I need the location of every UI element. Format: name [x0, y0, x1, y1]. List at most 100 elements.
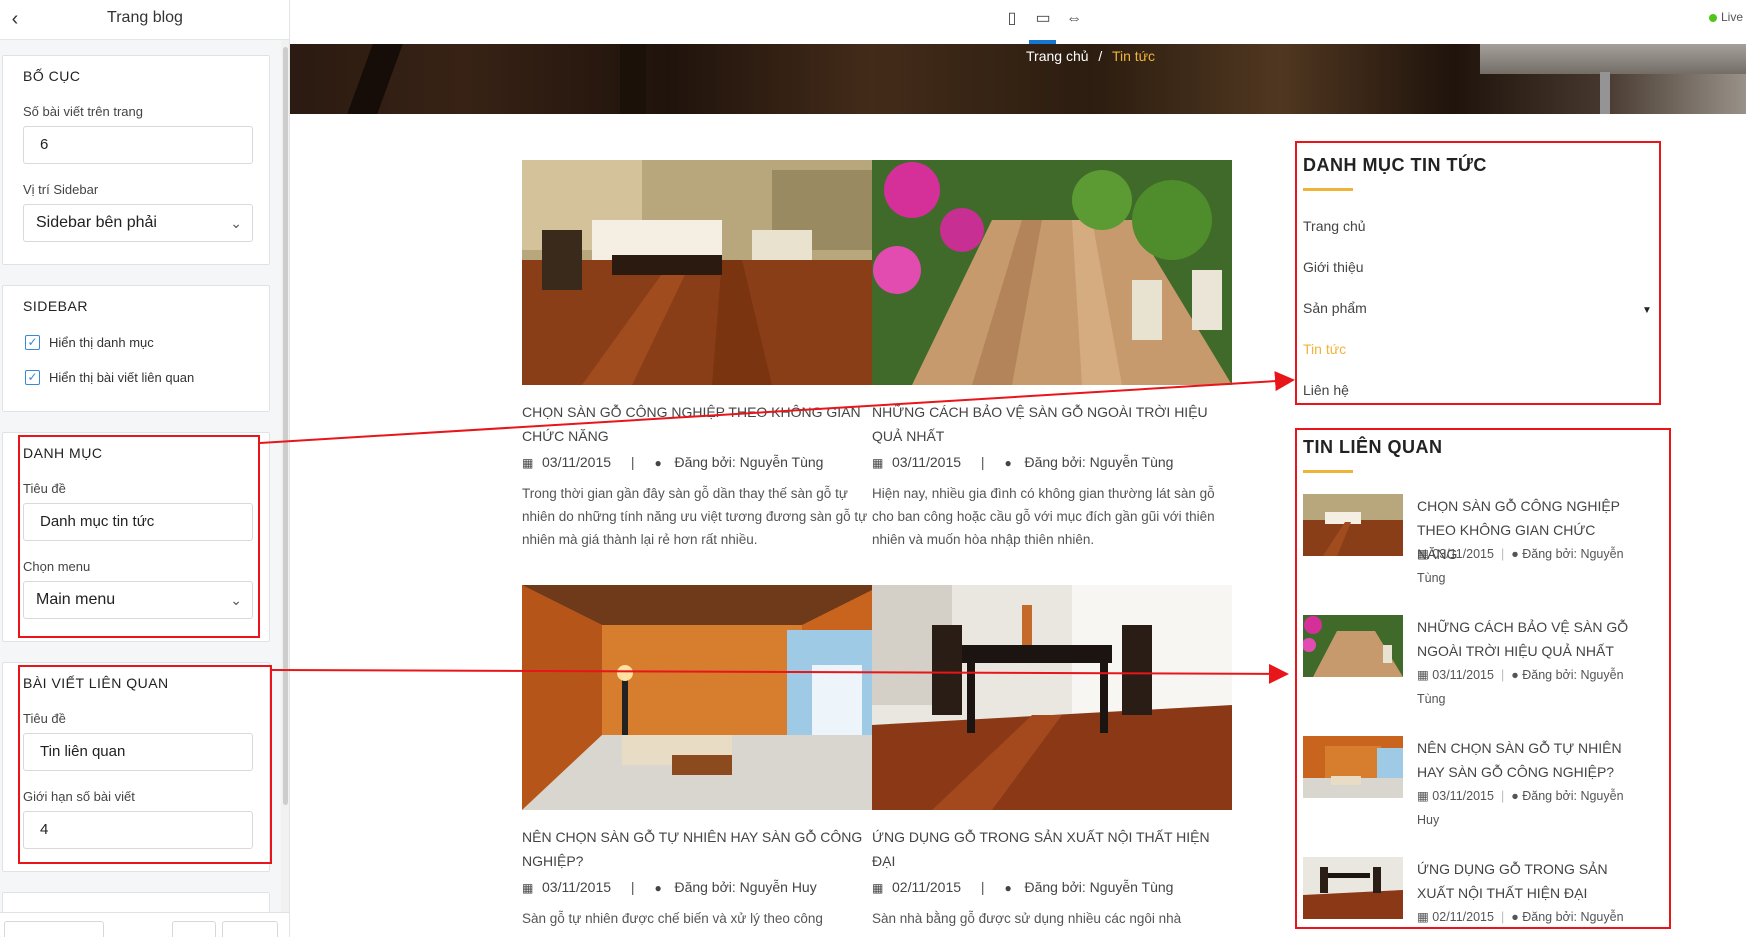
post-title[interactable]: ỨNG DỤNG GỖ TRONG SẢN XUẤT NỘI THẤT HIỆN… — [872, 825, 1232, 873]
related-post-date: 03/11/2015 — [1432, 547, 1494, 561]
editor-scrollbar-thumb[interactable] — [283, 47, 288, 805]
sidebar-position-select[interactable]: Sidebar bên phải ⌄ — [23, 204, 253, 242]
related-thumb-living-room[interactable] — [1303, 494, 1403, 556]
fullwidth-icon[interactable]: ⇔ — [1062, 8, 1086, 30]
live-status-label: Live — [1721, 10, 1744, 24]
user-icon: ● — [1511, 547, 1523, 561]
save-button[interactable] — [222, 921, 278, 937]
breadcrumb: Trang chủ / Tin tức — [1026, 48, 1155, 64]
meta-divider: | — [630, 454, 635, 470]
footer-left-button[interactable] — [4, 921, 104, 937]
sidebar-position-value: Sidebar bên phải — [36, 214, 157, 231]
user-icon: ● — [1004, 456, 1012, 470]
category-menu-item[interactable]: Trang chủ — [1303, 218, 1366, 234]
post-date: 02/11/2015 — [892, 879, 962, 895]
post-date: 03/11/2015 — [542, 879, 612, 895]
caret-down-icon[interactable]: ▼ — [1642, 305, 1652, 316]
calendar-icon: ▦ — [1417, 668, 1433, 682]
post-meta: ▦ 03/11/2015 | ● Đăng bởi: Nguyễn Tùng — [872, 452, 1232, 472]
related-post-meta: ▦ 02/11/2015 | ● Đăng bởi: Nguyễn — [1417, 905, 1635, 929]
calendar-icon: ▦ — [872, 881, 884, 895]
post-image-orange-room[interactable] — [522, 585, 882, 810]
meta-divider: | — [1500, 910, 1505, 924]
category-widget-title: DANH MỤC TIN TỨC — [1303, 155, 1487, 175]
related-post-meta: ▦ 03/11/2015 | ● Đăng bởi: Nguyễn Tùng — [1417, 542, 1635, 590]
related-post-title[interactable]: NHỮNG CÁCH BẢO VỆ SÀN GỖ NGOÀI TRỜI HIỆU… — [1417, 615, 1635, 663]
related-card-title: BÀI VIẾT LIÊN QUAN — [23, 675, 169, 691]
related-post-item[interactable]: ỨNG DỤNG GỖ TRONG SẢN XUẤT NỘI THẤT HIỆN… — [1303, 857, 1633, 937]
undo-button[interactable] — [172, 921, 216, 937]
user-icon: ● — [654, 881, 662, 895]
post-excerpt: Sàn gỗ tự nhiên được chế biến và xử lý t… — [522, 911, 823, 926]
post-image-living-room[interactable] — [522, 160, 882, 385]
related-limit-label: Giới hạn số bài viết — [23, 789, 135, 804]
show-related-label: Hiển thị bài viết liên quan — [49, 370, 195, 385]
checkbox-checked-icon[interactable]: ✓ — [25, 335, 40, 350]
post-author: Đăng bởi: Nguyễn Tùng — [1024, 454, 1174, 470]
user-icon: ● — [1511, 668, 1523, 682]
category-menu-select[interactable]: Main menu ⌄ — [23, 581, 253, 619]
editor-title: Trang blog — [107, 9, 183, 26]
post-author: Đăng bởi: Nguyễn Huy — [674, 879, 817, 895]
related-posts-card: BÀI VIẾT LIÊN QUAN Tiêu đề Tin liên quan… — [2, 662, 270, 872]
desktop-icon[interactable]: ▭ — [1031, 8, 1055, 30]
related-post-date: 03/11/2015 — [1432, 668, 1494, 682]
category-menu-value: Main menu — [36, 591, 116, 608]
user-icon: ● — [654, 456, 662, 470]
theme-editor-panel: ‹ Trang blog BỐ CỤC Số bài viết trên tra… — [0, 0, 290, 937]
related-thumb-dining-room[interactable] — [1303, 857, 1403, 919]
breadcrumb-separator: / — [1098, 48, 1103, 64]
post-title[interactable]: NÊN CHỌN SÀN GỖ TỰ NHIÊN HAY SÀN GỖ CÔNG… — [522, 825, 882, 873]
category-menu-item[interactable]: Liên hệ — [1303, 382, 1349, 398]
category-menu-item[interactable]: Sản phẩm — [1303, 300, 1367, 316]
user-icon: ● — [1004, 881, 1012, 895]
post-date: 03/11/2015 — [542, 454, 612, 470]
related-post-title[interactable]: NÊN CHỌN SÀN GỖ TỰ NHIÊN HAY SÀN GỖ CÔNG… — [1417, 736, 1635, 784]
posts-per-page-input[interactable]: 6 — [23, 126, 253, 164]
editor-header: ‹ Trang blog — [0, 0, 289, 40]
checkbox-checked-icon[interactable]: ✓ — [25, 370, 40, 385]
related-post-item[interactable]: CHỌN SÀN GỖ CÔNG NGHIỆP THEO KHÔNG GIAN … — [1303, 494, 1633, 599]
calendar-icon: ▦ — [522, 881, 534, 895]
category-menu-item-active[interactable]: Tin tức — [1303, 341, 1346, 357]
post-image-garden-deck[interactable] — [872, 160, 1232, 385]
meta-divider: | — [980, 454, 985, 470]
related-post-meta: ▦ 03/11/2015 | ● Đăng bởi: Nguyễn Tùng — [1417, 663, 1635, 711]
post-excerpt: Sàn nhà bằng gỗ được sử dụng nhiều các n… — [872, 911, 1182, 926]
meta-divider: | — [1500, 547, 1505, 561]
calendar-icon: ▦ — [1417, 789, 1433, 803]
editor-footer — [0, 912, 289, 937]
related-title-label: Tiêu đề — [23, 711, 66, 726]
related-post-item[interactable]: NÊN CHỌN SÀN GỖ TỰ NHIÊN HAY SÀN GỖ CÔNG… — [1303, 736, 1633, 841]
mobile-icon[interactable]: ▯ — [1000, 8, 1024, 30]
related-post-meta: ▦ 03/11/2015 | ● Đăng bởi: Nguyễn Huy — [1417, 784, 1635, 832]
user-icon: ● — [1511, 910, 1523, 924]
site-preview: ▯ ▭ ⇔ Live Trang chủ / Tin tức CHỌN SÀN … — [290, 0, 1746, 937]
calendar-icon: ▦ — [1417, 910, 1433, 924]
category-title-underline — [1303, 188, 1353, 191]
related-thumb-orange-room[interactable] — [1303, 736, 1403, 798]
category-title-label: Tiêu đề — [23, 481, 66, 496]
chevron-down-icon: ⌄ — [230, 592, 242, 608]
related-thumb-garden-deck[interactable] — [1303, 615, 1403, 677]
post-excerpt: Trong thời gian gần đây sàn gỗ dần thay … — [522, 486, 868, 547]
chevron-down-icon: ⌄ — [230, 215, 242, 231]
related-limit-input[interactable]: 4 — [23, 811, 253, 849]
category-menu-item[interactable]: Giới thiệu — [1303, 259, 1364, 275]
breadcrumb-current: Tin tức — [1111, 48, 1156, 64]
related-title-underline — [1303, 470, 1353, 473]
related-post-title[interactable]: ỨNG DỤNG GỖ TRONG SẢN XUẤT NỘI THẤT HIỆN… — [1417, 857, 1635, 905]
post-image-dining-room[interactable] — [872, 585, 1232, 810]
post-title[interactable]: NHỮNG CÁCH BẢO VỆ SÀN GỖ NGOÀI TRỜI HIỆU… — [872, 400, 1232, 448]
related-post-date: 03/11/2015 — [1432, 789, 1494, 803]
post-title[interactable]: CHỌN SÀN GỖ CÔNG NGHIỆP THEO KHÔNG GIAN … — [522, 400, 882, 448]
related-title-input[interactable]: Tin liên quan — [23, 733, 253, 771]
post-date: 03/11/2015 — [892, 454, 962, 470]
post-author: Đăng bởi: Nguyễn Tùng — [1024, 879, 1174, 895]
breadcrumb-home[interactable]: Trang chủ — [1026, 48, 1089, 64]
category-card: DANH MỤC Tiêu đề Danh mục tin tức Chọn m… — [2, 432, 270, 642]
banner-shade — [290, 44, 1746, 114]
category-title-input[interactable]: Danh mục tin tức — [23, 503, 253, 541]
related-post-item[interactable]: NHỮNG CÁCH BẢO VỆ SÀN GỖ NGOÀI TRỜI HIỆU… — [1303, 615, 1633, 720]
layout-card: BỐ CỤC Số bài viết trên trang 6 Vị trí S… — [2, 55, 270, 265]
